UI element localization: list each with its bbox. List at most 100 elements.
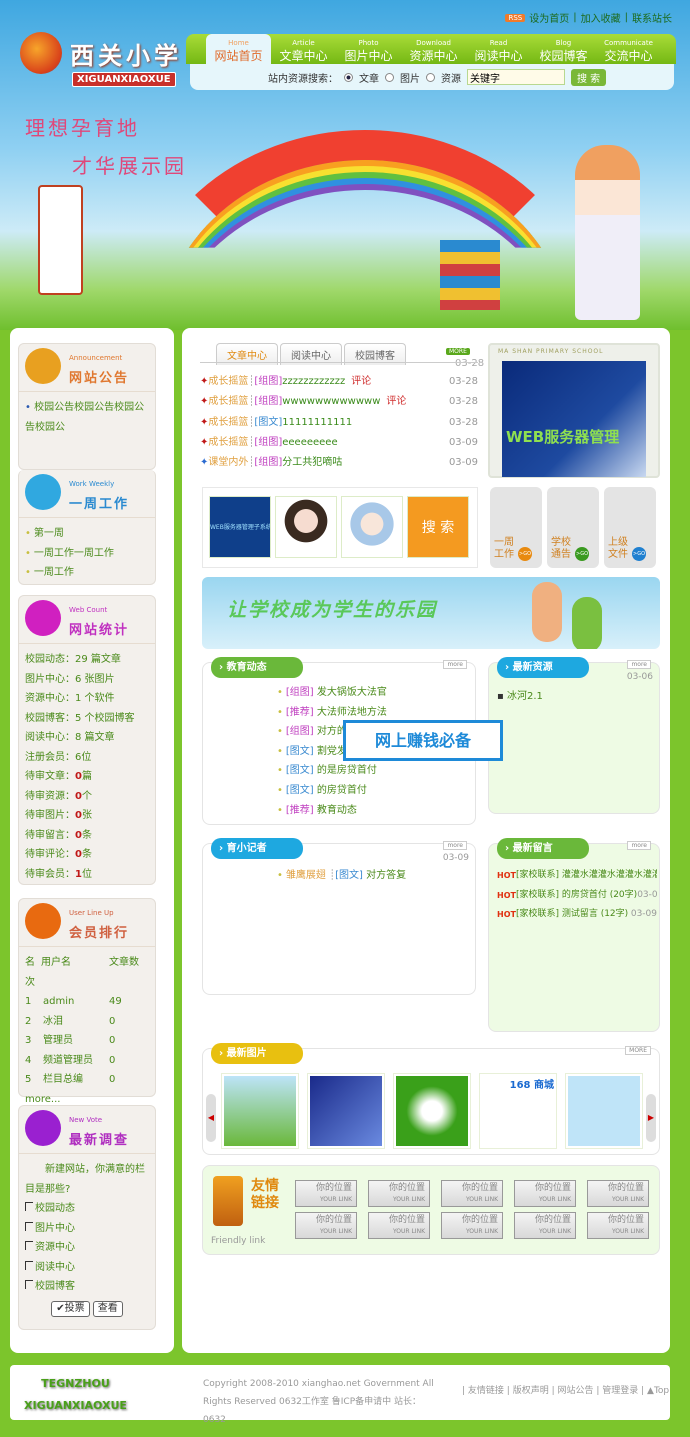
radio-resource[interactable]	[426, 72, 435, 82]
edu-item[interactable]: • [组图] 发大锅饭大法官	[277, 683, 387, 703]
weekly-item[interactable]: • 第一周	[25, 524, 149, 544]
photo-thumb[interactable]	[565, 1073, 643, 1149]
more-button[interactable]: more	[443, 841, 467, 850]
edu-item[interactable]: • [图文] 的是房贷首付	[277, 761, 387, 781]
more-button[interactable]: MORE	[446, 348, 470, 355]
friend-link-slot[interactable]: 你的位置 YOUR LINK	[368, 1212, 430, 1239]
friend-link-slot[interactable]: 你的位置 YOUR LINK	[441, 1212, 503, 1239]
nav-photo[interactable]: Photo 图片中心	[336, 34, 401, 64]
vote-option[interactable]: 校园动态	[25, 1199, 149, 1219]
news-item[interactable]: ✦ 成长摇篮 ┊ [组图] eeeeeeeee 03-09	[200, 433, 478, 453]
vote-button[interactable]: ✔投票	[51, 1300, 90, 1317]
photo-thumb[interactable]	[393, 1073, 471, 1149]
friend-link-slot[interactable]: 你的位置 YOUR LINK	[295, 1180, 357, 1207]
more-button[interactable]: more	[627, 660, 651, 669]
photo-thumb[interactable]: 168 商城	[479, 1073, 557, 1149]
contact-link[interactable]: 联系站长	[632, 10, 672, 25]
news-item[interactable]: ✦ 成长摇篮 ┊ [组图] wwwwwwwwwwww 评论 03-28	[200, 392, 478, 412]
thumb-anime-2[interactable]	[341, 496, 403, 558]
checkbox[interactable]	[25, 1241, 33, 1250]
message-item[interactable]: HOT [家校联系] 测试留言 (12字) 03-09	[497, 905, 657, 925]
nav-read[interactable]: Read 阅读中心	[466, 34, 531, 64]
ad-overlay[interactable]: 网上赚钱必备	[343, 720, 503, 761]
thumb-web[interactable]: WEB服务器管理子系统	[209, 496, 271, 558]
quick-link[interactable]: 上级文件 >GO	[604, 487, 656, 568]
quick-link[interactable]: 一周工作 >GO	[490, 487, 542, 568]
weekly-item[interactable]: • 一周工作一周工作	[25, 544, 149, 564]
search-input[interactable]	[467, 69, 565, 85]
scroll-left-button[interactable]: ◀	[206, 1094, 216, 1142]
set-homepage-link[interactable]: 设为首页	[529, 10, 569, 25]
back-to-top-link[interactable]: ▲Top	[647, 1386, 669, 1396]
friend-link-slot[interactable]: 你的位置 YOUR LINK	[587, 1212, 649, 1239]
footer-link-admin[interactable]: 管理登录	[602, 1386, 638, 1396]
resource-item[interactable]: 冰河2.1	[507, 691, 543, 702]
thumb-anime-1[interactable]	[275, 496, 337, 558]
radio-article[interactable]	[344, 72, 353, 82]
radio-photo[interactable]	[385, 72, 394, 82]
news-item[interactable]: ✦ 课堂内外 ┊ [组图] 分工共犯嘀咕 03-09	[200, 453, 478, 473]
nav-download[interactable]: Download 资源中心	[401, 34, 466, 64]
nav-article[interactable]: Article 文章中心	[271, 34, 336, 64]
friend-link-slot[interactable]: 你的位置 YOUR LINK	[587, 1180, 649, 1207]
footer-link-friends[interactable]: 友情链接	[468, 1386, 504, 1396]
promo-banner: 让学校成为学生的乐园	[202, 577, 660, 649]
nav-communicate[interactable]: Communicate 交流中心	[596, 34, 661, 64]
box-title: 最新调查	[69, 1133, 130, 1148]
pending-row: 待审会员：1位	[25, 868, 92, 880]
slogan: 才华展示园	[72, 154, 187, 178]
rank-row[interactable]: 4 频道管理员 0	[25, 1051, 149, 1071]
photo-thumb[interactable]	[221, 1073, 299, 1149]
vote-option[interactable]: 资源中心	[25, 1238, 149, 1258]
edu-item[interactable]: • [图文] 的房贷首付	[277, 781, 387, 801]
friend-link-slot[interactable]: 你的位置 YOUR LINK	[441, 1180, 503, 1207]
friend-link-slot[interactable]: 你的位置 YOUR LINK	[295, 1212, 357, 1239]
footer-link-copyright[interactable]: 版权声明	[513, 1386, 549, 1396]
logo-icon[interactable]	[20, 32, 62, 74]
vote-option[interactable]: 校园博客	[25, 1277, 149, 1297]
friend-link-slot[interactable]: 你的位置 YOUR LINK	[514, 1180, 576, 1207]
news-item[interactable]: ✦ 成长摇篮 ┊ [组图] zzzzzzzzzzzz 评论 03-28	[200, 372, 478, 392]
rank-row[interactable]: 3 管理员 0	[25, 1031, 149, 1051]
vote-option[interactable]: 阅读中心	[25, 1258, 149, 1278]
radio-label: 图片	[400, 73, 420, 85]
scroll-right-button[interactable]: ▶	[646, 1094, 656, 1142]
box-subtitle: New Vote	[69, 1116, 103, 1124]
vote-option[interactable]: 图片中心	[25, 1219, 149, 1239]
friend-link-slot[interactable]: 你的位置 YOUR LINK	[368, 1180, 430, 1207]
rank-row[interactable]: 5 栏目总编 0	[25, 1070, 149, 1090]
announcement-item[interactable]: 校园公告校园公告校园公告校园公	[25, 402, 144, 433]
reporter-item[interactable]: • 雏鹰展翅 ┊[图文] 对方答复	[277, 866, 406, 886]
more-button[interactable]: more	[443, 660, 467, 669]
friend-link-slot[interactable]: 你的位置 YOUR LINK	[514, 1212, 576, 1239]
checkbox[interactable]	[25, 1260, 33, 1270]
slide-image[interactable]: WEB服务器管理	[502, 361, 646, 477]
search-button[interactable]: 搜 索	[571, 68, 607, 86]
checkbox[interactable]	[25, 1202, 33, 1211]
top-links: RSS 设为首页 | 加入收藏 | 联系站长	[505, 10, 672, 25]
count-list: 校园动态：29 篇文章 图片中心：6 张图片 资源中心：1 个软件 校园博客：5 个校…	[19, 644, 155, 890]
site-logo-text[interactable]: 西关小学	[70, 36, 182, 71]
message-item[interactable]: HOT [家校联系] 灌灌水灌灌水灌灌水灌灌	[497, 866, 657, 886]
thumb-search[interactable]: 搜 索	[407, 496, 469, 558]
edu-item[interactable]: • [推荐] 教育动态	[277, 801, 387, 821]
rank-row[interactable]: 2 冰泪 0	[25, 1012, 149, 1032]
more-button[interactable]: more	[627, 841, 651, 850]
checkbox[interactable]	[25, 1221, 33, 1231]
nav-blog[interactable]: Blog 校园博客	[531, 34, 596, 64]
view-results-button[interactable]: 查看	[92, 1300, 123, 1317]
count-row: 阅读中心：8 篇文章	[25, 732, 115, 743]
footer-link-notice[interactable]: 网站公告	[557, 1386, 593, 1396]
slideshow[interactable]: MA SHAN PRIMARY SCHOOL WEB服务器管理	[488, 343, 660, 478]
news-item[interactable]: ✦ 成长摇篮 ┊ [图文] 11111111111 03-28	[200, 413, 478, 433]
add-favorite-link[interactable]: 加入收藏	[581, 10, 621, 25]
rank-row[interactable]: 1 admin 49	[25, 992, 149, 1012]
quick-link[interactable]: 学校通告 >GO	[547, 487, 599, 568]
more-button[interactable]: MORE	[625, 1046, 651, 1055]
nav-home[interactable]: Home 网站首页	[206, 34, 271, 64]
message-item[interactable]: HOT[家校联系] 的房贷首付 (20字)03-09	[497, 886, 657, 906]
rss-icon[interactable]: RSS	[505, 13, 526, 22]
photo-thumb[interactable]	[307, 1073, 385, 1149]
weekly-item[interactable]: • 一周工作	[25, 563, 149, 583]
checkbox[interactable]	[25, 1280, 33, 1289]
